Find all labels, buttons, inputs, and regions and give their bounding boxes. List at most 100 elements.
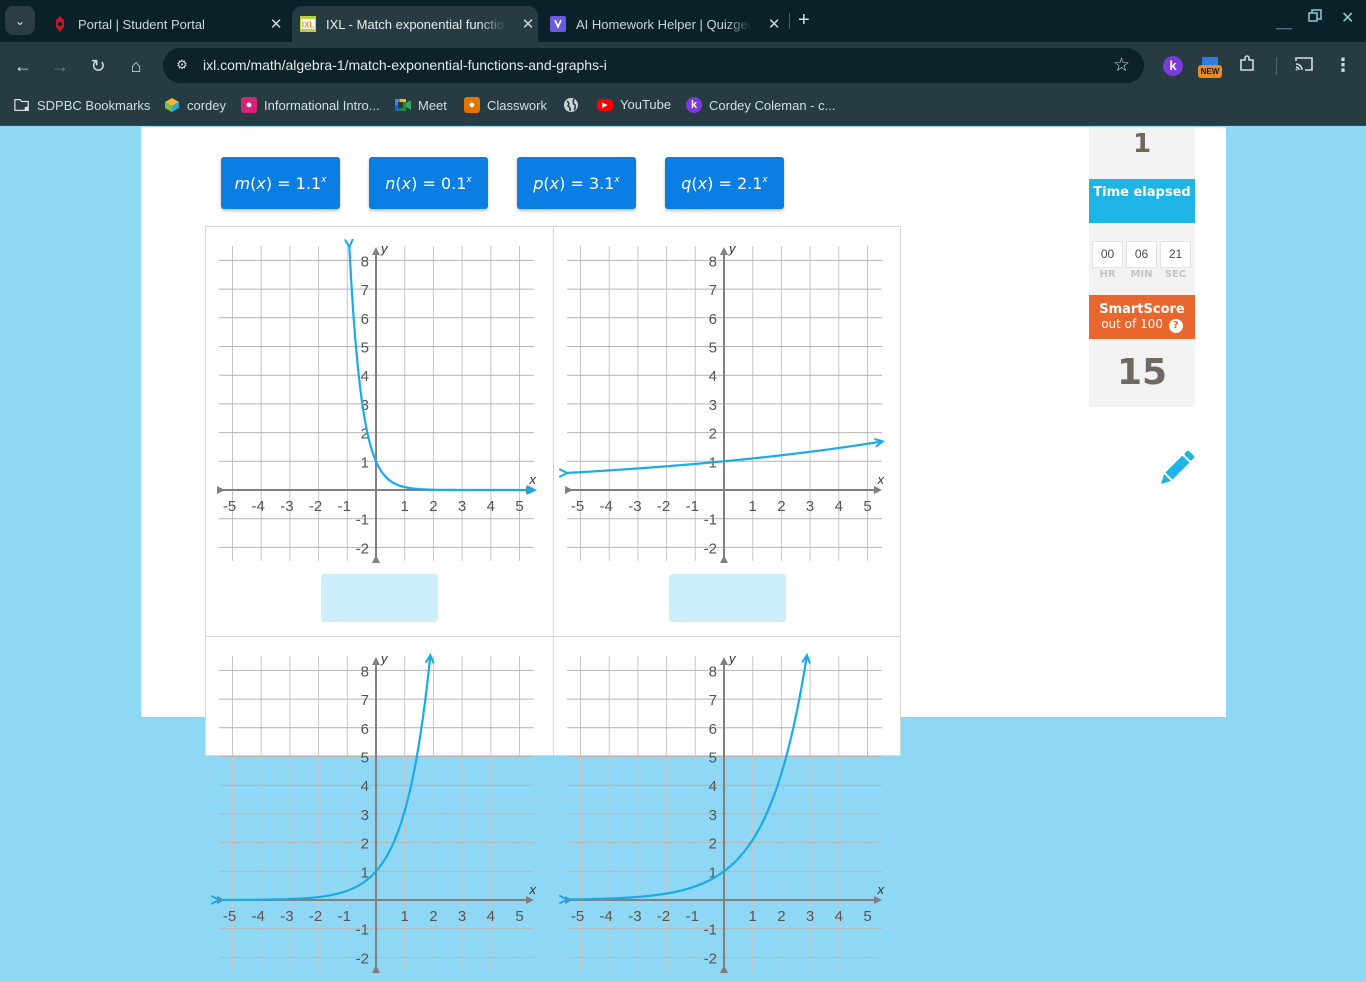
bookmark-classwork[interactable]: ● Classwork	[464, 97, 547, 113]
graph-4: -5 -4 -3 -2 -1 1 2 3 4 587654321-1-2xy	[554, 651, 885, 973]
x-tick-label: 5	[515, 908, 523, 925]
bookmark-label: Classwork	[487, 97, 547, 113]
bookmark-informational-intro[interactable]: ● Informational Intro...	[241, 97, 380, 113]
answer-drop-target-1[interactable]	[321, 574, 438, 622]
graph-2: -5 -4 -3 -2 -1 1 2 3 4 587654321-1-2xy	[554, 241, 901, 563]
bookmark-cordey-coleman[interactable]: k Cordey Coleman - c...	[686, 97, 835, 113]
bookmark-sdpbc[interactable]: SDPBC Bookmarks	[14, 97, 150, 113]
home-button[interactable]: ⌂	[124, 54, 148, 78]
reload-button[interactable]: ↻	[86, 54, 110, 78]
restore-button[interactable]	[1308, 9, 1322, 28]
function-var: x	[697, 173, 708, 193]
browser-toolbar: ← → ↻ ⌂ ⚙ ixl.com/math/algebra-1/match-e…	[0, 42, 1366, 90]
browser-menu-icon[interactable]: ⋮	[1334, 55, 1352, 76]
close-tab-icon[interactable]: ✕	[268, 15, 284, 33]
function-tile-p[interactable]: p(x) = 3.1 x	[517, 157, 636, 209]
new-badge: NEW	[1198, 65, 1222, 78]
exponential-curve	[566, 656, 807, 899]
function-var: x	[256, 173, 266, 193]
function-tile-m[interactable]: m(x) = 1.1 x	[221, 157, 340, 209]
bookmark-meet[interactable]: Meet	[395, 97, 447, 113]
quizgecko-icon	[550, 16, 566, 32]
y-tick-label: 6	[709, 721, 717, 738]
new-tab-button[interactable]: +	[798, 10, 810, 30]
time-elapsed-label: Time elapsed	[1093, 185, 1191, 200]
x-axis-label: x	[529, 882, 537, 897]
function-base: 3.1	[588, 173, 615, 193]
extensions-puzzle-icon[interactable]	[1238, 55, 1256, 78]
close-tab-icon[interactable]: ✕	[766, 15, 782, 33]
function-exponent: x	[762, 175, 768, 185]
tab-quizgecko[interactable]: AI Homework Helper | Quizgecko ✕	[542, 6, 782, 42]
x-tick-label: 3	[458, 498, 466, 515]
y-axis-label: y	[380, 241, 389, 256]
x-tick-label: -5	[223, 498, 236, 515]
x-tick-label: -4	[252, 498, 265, 515]
x-tick-label: -4	[600, 498, 613, 515]
x-tick-label: -2	[309, 908, 322, 925]
cast-icon[interactable]	[1294, 56, 1314, 72]
time-elapsed-header: Time elapsed	[1089, 179, 1195, 223]
tab-separator	[789, 13, 790, 29]
y-tick-label: 8	[709, 253, 717, 270]
x-tick-label: -2	[657, 498, 670, 515]
smartscore-title: SmartScore	[1099, 302, 1185, 317]
tab-ixl[interactable]: IXL IXL - Match exponential functions an…	[292, 6, 538, 42]
smartscore-header: SmartScore out of 100 ?	[1089, 295, 1195, 339]
answer-drop-target-2[interactable]	[669, 574, 786, 622]
bookmark-globe[interactable]	[563, 97, 586, 113]
x-tick-label: -3	[628, 908, 641, 925]
x-tick-label: 2	[777, 908, 785, 925]
function-tile-q[interactable]: q(x) = 2.1 x	[665, 157, 784, 209]
k-extension-icon[interactable]: k	[1163, 56, 1183, 76]
x-tick-label: 5	[863, 498, 871, 515]
help-icon[interactable]: ?	[1168, 319, 1183, 333]
bookmark-youtube[interactable]: ▶ YouTube	[597, 97, 671, 112]
site-info-icon[interactable]: ⚙	[173, 56, 191, 74]
back-button[interactable]: ←	[11, 54, 35, 78]
graph-cell-1: -5 -4 -3 -2 -1 1 2 3 4 5 8 7 6 5 4 3 2 1 -1 -2 x y	[205, 226, 554, 637]
address-bar[interactable]: ⚙ ixl.com/math/algebra-1/match-exponenti…	[163, 48, 1144, 83]
x-tick-label: 2	[429, 908, 437, 925]
y-tick-label: 5	[361, 340, 369, 357]
pencil-icon[interactable]	[1154, 447, 1198, 491]
cube-icon	[164, 97, 180, 113]
y-tick-label: -2	[704, 950, 717, 967]
smartscore-subtitle: out of 100	[1101, 317, 1163, 331]
bookmark-label: cordey	[187, 97, 227, 113]
tab-search-button[interactable]: ⌄	[5, 6, 35, 35]
x-tick-label: -5	[571, 908, 584, 925]
y-tick-label: 1	[361, 454, 369, 471]
forward-button[interactable]: →	[48, 54, 72, 78]
x-axis-label: x	[877, 882, 885, 897]
y-axis-label: y	[728, 241, 737, 256]
x-tick-label: -4	[252, 908, 265, 925]
forward-arrow-icon: →	[51, 56, 69, 76]
x-tick-label: 1	[401, 498, 409, 515]
folder-icon	[14, 97, 30, 113]
x-tick-label: -1	[338, 498, 351, 515]
tab-portal[interactable]: Portal | Student Portal ✕	[44, 6, 284, 42]
function-tile-n[interactable]: n(x) = 0.1 x	[369, 157, 488, 209]
bookmark-label: Meet	[418, 97, 447, 113]
new-extension-button[interactable]: NEW	[1198, 57, 1224, 81]
x-tick-label: 3	[806, 908, 814, 925]
close-tab-icon[interactable]: ✕	[520, 15, 536, 33]
x-tick-label: 1	[749, 498, 757, 515]
graph-1: -5 -4 -3 -2 -1 1 2 3 4 587654321-1-2xy	[217, 227, 553, 563]
y-tick-label: 2	[709, 426, 717, 443]
y-tick-label: 4	[361, 778, 369, 795]
timer-hours-label: HR	[1099, 269, 1116, 280]
minimize-button[interactable]: ＿	[1276, 8, 1292, 32]
bookmark-star-icon[interactable]: ☆	[1113, 54, 1130, 77]
timer-hours: 00	[1092, 241, 1123, 268]
x-tick-label: 3	[458, 908, 466, 925]
x-tick-label: 5	[863, 908, 871, 925]
x-tick-label: 3	[806, 498, 814, 515]
y-tick-label: 7	[709, 692, 717, 709]
bookmark-cordey[interactable]: cordey	[164, 97, 226, 113]
x-tick-label: -3	[280, 498, 293, 515]
x-tick-label: -2	[309, 498, 322, 515]
close-window-button[interactable]: ✕	[1341, 8, 1354, 28]
url-text[interactable]: ixl.com/math/algebra-1/match-exponential…	[203, 57, 607, 73]
